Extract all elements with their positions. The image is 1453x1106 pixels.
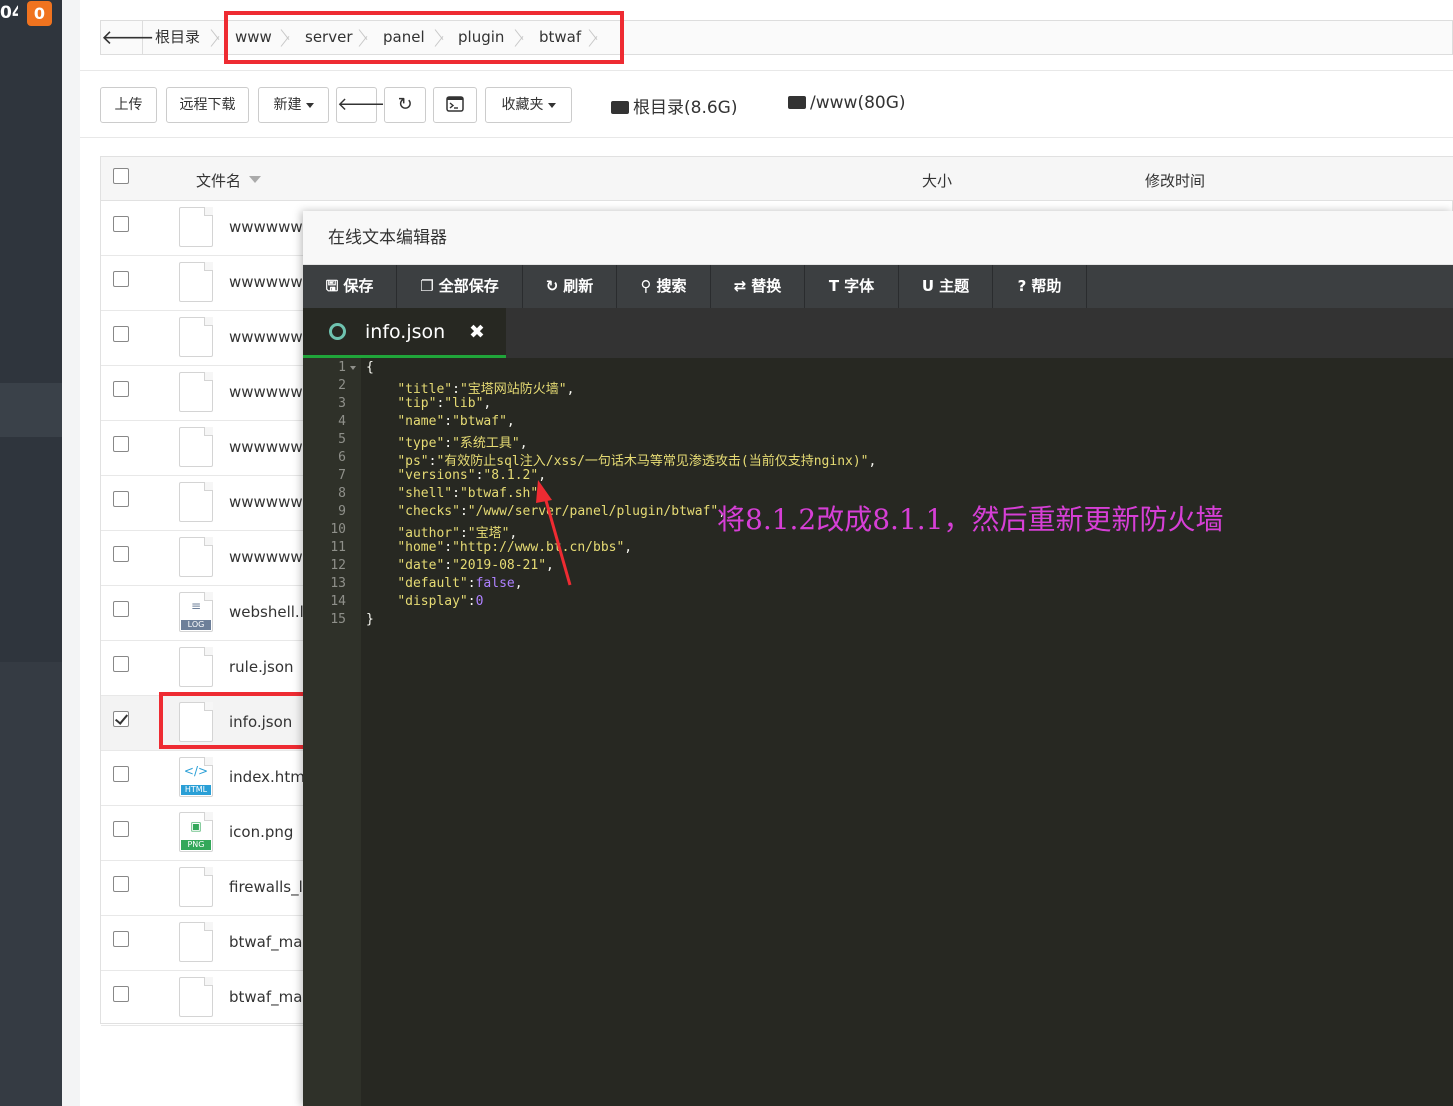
annotation-arrow [536, 480, 572, 586]
screen: 04 0 🡐 根目录 www server panel plugin btwaf… [0, 0, 1453, 1106]
annotation-text: 将8.1.2改成8.1.1，然后重新更新防火墙 [717, 503, 1224, 536]
